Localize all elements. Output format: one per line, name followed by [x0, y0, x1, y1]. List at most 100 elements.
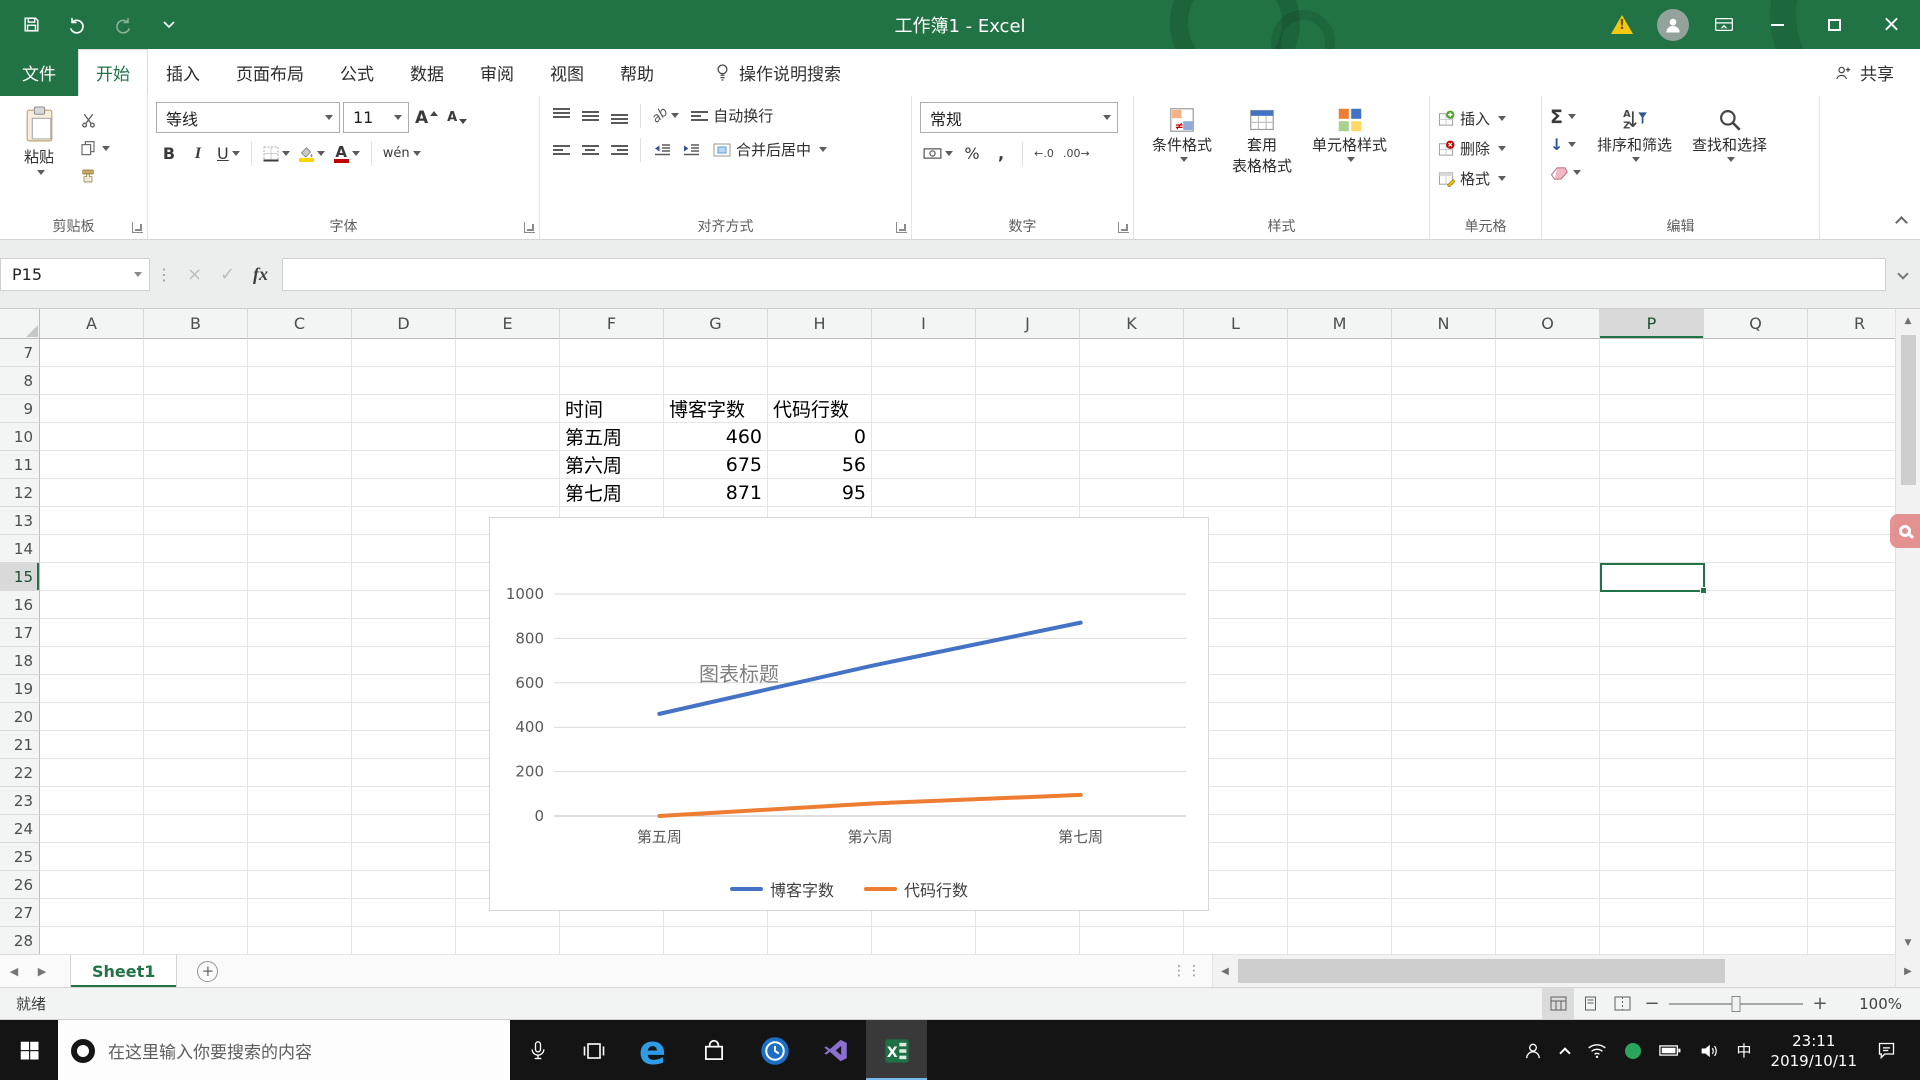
- cell-Q14[interactable]: [1704, 535, 1808, 563]
- cell-E7[interactable]: [456, 339, 560, 367]
- cell-C13[interactable]: [248, 507, 352, 535]
- undo-button[interactable]: [54, 0, 100, 49]
- cell-M13[interactable]: [1288, 507, 1392, 535]
- volume-button[interactable]: [1690, 1020, 1728, 1080]
- customize-quick-access-button[interactable]: [146, 0, 192, 49]
- column-header-F[interactable]: F: [560, 309, 664, 339]
- taskbar-app-store[interactable]: [683, 1020, 744, 1080]
- normal-view-button[interactable]: [1542, 988, 1574, 1019]
- cell-C16[interactable]: [248, 591, 352, 619]
- cell-P10[interactable]: [1600, 423, 1704, 451]
- cell-M16[interactable]: [1288, 591, 1392, 619]
- cell-G10[interactable]: 460: [664, 423, 768, 451]
- align-top-button[interactable]: [548, 102, 574, 129]
- cell-E8[interactable]: [456, 367, 560, 395]
- embedded-chart[interactable]: 0 200 400 600 800 1000 第五周 第六周 第七周 图表标题 博客字数 代码行数: [489, 517, 1209, 911]
- cell-M7[interactable]: [1288, 339, 1392, 367]
- cell-D22[interactable]: [352, 759, 456, 787]
- cell-D14[interactable]: [352, 535, 456, 563]
- maximize-button[interactable]: [1806, 0, 1863, 49]
- cell-P7[interactable]: [1600, 339, 1704, 367]
- tab-help[interactable]: 帮助: [602, 49, 672, 96]
- cell-K8[interactable]: [1080, 367, 1184, 395]
- cell-Q28[interactable]: [1704, 927, 1808, 955]
- row-header-13[interactable]: 13: [0, 507, 40, 535]
- cell-E12[interactable]: [456, 479, 560, 507]
- cell-O27[interactable]: [1496, 899, 1600, 927]
- cell-O22[interactable]: [1496, 759, 1600, 787]
- tab-page-layout[interactable]: 页面布局: [218, 49, 322, 96]
- merge-center-button[interactable]: 合并后居中: [707, 136, 833, 163]
- cell-C22[interactable]: [248, 759, 352, 787]
- tab-file[interactable]: 文件: [0, 49, 78, 96]
- battery-button[interactable]: [1650, 1020, 1690, 1080]
- magnifier-overlay-button[interactable]: [1890, 514, 1920, 548]
- name-box[interactable]: P15: [0, 257, 150, 291]
- cell-Q16[interactable]: [1704, 591, 1808, 619]
- cell-P16[interactable]: [1600, 591, 1704, 619]
- scroll-down-icon[interactable]: ▼: [1896, 931, 1920, 955]
- cell-F8[interactable]: [560, 367, 664, 395]
- align-middle-button[interactable]: [577, 102, 603, 129]
- cell-O11[interactable]: [1496, 451, 1600, 479]
- row-header-18[interactable]: 18: [0, 647, 40, 675]
- cell-A24[interactable]: [40, 815, 144, 843]
- cell-P12[interactable]: [1600, 479, 1704, 507]
- page-layout-view-button[interactable]: [1574, 988, 1606, 1019]
- taskbar-app-clock[interactable]: [744, 1020, 805, 1080]
- column-header-H[interactable]: H: [768, 309, 872, 339]
- cell-L12[interactable]: [1184, 479, 1288, 507]
- decrease-font-size-button[interactable]: A: [444, 104, 470, 131]
- row-header-25[interactable]: 25: [0, 843, 40, 871]
- cell-K9[interactable]: [1080, 395, 1184, 423]
- cell-B24[interactable]: [144, 815, 248, 843]
- cell-A26[interactable]: [40, 871, 144, 899]
- start-button[interactable]: [0, 1020, 58, 1080]
- cell-O9[interactable]: [1496, 395, 1600, 423]
- cell-Q10[interactable]: [1704, 423, 1808, 451]
- dictation-mic-button[interactable]: [510, 1020, 566, 1080]
- number-dialog-launcher-icon[interactable]: [1118, 222, 1129, 233]
- cell-C9[interactable]: [248, 395, 352, 423]
- insert-cells-button[interactable]: 插入: [1438, 105, 1507, 132]
- tray-app-button[interactable]: [1616, 1020, 1650, 1080]
- minimize-button[interactable]: [1749, 0, 1806, 49]
- tab-view[interactable]: 视图: [532, 49, 602, 96]
- cell-A14[interactable]: [40, 535, 144, 563]
- cell-Q15[interactable]: [1704, 563, 1808, 591]
- cell-A13[interactable]: [40, 507, 144, 535]
- cell-H9[interactable]: 代码行数: [768, 395, 872, 423]
- sort-filter-button[interactable]: AZ 排序和筛选: [1587, 102, 1682, 215]
- cell-D26[interactable]: [352, 871, 456, 899]
- cell-O13[interactable]: [1496, 507, 1600, 535]
- decrease-decimal-button[interactable]: .00→: [1060, 140, 1093, 167]
- cell-N25[interactable]: [1392, 843, 1496, 871]
- cell-O10[interactable]: [1496, 423, 1600, 451]
- cell-B25[interactable]: [144, 843, 248, 871]
- taskbar-app-visual-studio[interactable]: [805, 1020, 866, 1080]
- clipboard-dialog-launcher-icon[interactable]: [132, 222, 143, 233]
- phonetic-guide-button[interactable]: wén: [380, 140, 424, 167]
- cell-D7[interactable]: [352, 339, 456, 367]
- cell-B28[interactable]: [144, 927, 248, 955]
- cell-O12[interactable]: [1496, 479, 1600, 507]
- column-header-K[interactable]: K: [1080, 309, 1184, 339]
- cell-M12[interactable]: [1288, 479, 1392, 507]
- cell-P17[interactable]: [1600, 619, 1704, 647]
- cell-A22[interactable]: [40, 759, 144, 787]
- copy-dropdown-arrow[interactable]: [102, 145, 110, 151]
- collapse-ribbon-button[interactable]: [1895, 216, 1908, 229]
- format-painter-button[interactable]: [80, 166, 110, 186]
- cell-C12[interactable]: [248, 479, 352, 507]
- column-header-N[interactable]: N: [1392, 309, 1496, 339]
- zoom-level[interactable]: 100%: [1840, 995, 1902, 1013]
- cell-B12[interactable]: [144, 479, 248, 507]
- cell-H10[interactable]: 0: [768, 423, 872, 451]
- cell-C21[interactable]: [248, 731, 352, 759]
- cell-G12[interactable]: 871: [664, 479, 768, 507]
- cell-N20[interactable]: [1392, 703, 1496, 731]
- task-view-button[interactable]: [566, 1020, 622, 1080]
- cell-D9[interactable]: [352, 395, 456, 423]
- cell-L7[interactable]: [1184, 339, 1288, 367]
- cell-B17[interactable]: [144, 619, 248, 647]
